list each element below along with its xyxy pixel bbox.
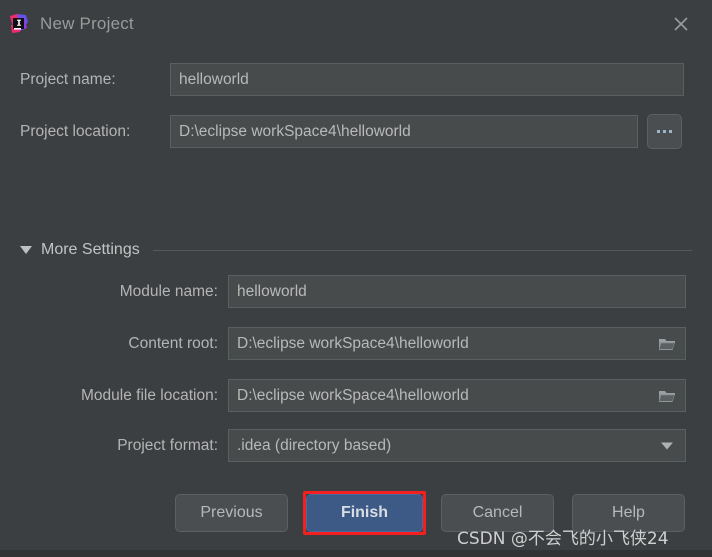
ellipsis-icon-dot-2 — [663, 130, 666, 133]
more-settings-label: More Settings — [41, 241, 140, 258]
folder-icon[interactable] — [658, 389, 676, 403]
project-format-row: Project format: .idea (directory based) — [20, 428, 692, 463]
module-name-row: Module name: helloworld — [20, 274, 692, 309]
content-root-value: D:\eclipse workSpace4\helloworld — [237, 334, 469, 352]
project-location-browse-button[interactable] — [647, 114, 682, 149]
dialog-bottom-strip — [0, 550, 712, 557]
project-name-value: helloworld — [179, 70, 249, 88]
more-settings-toggle[interactable]: More Settings — [20, 238, 692, 262]
intellij-idea-logo-icon — [8, 13, 30, 35]
project-format-label: Project format: — [117, 436, 218, 454]
finish-button-highlight — [303, 491, 426, 535]
content-root-input[interactable]: D:\eclipse workSpace4\helloworld — [228, 327, 686, 360]
project-location-label: Project location: — [20, 122, 131, 140]
previous-button[interactable]: Previous — [175, 494, 288, 532]
watermark-text: CSDN @不会飞的小飞侠24 — [457, 529, 669, 549]
project-location-row: Project location: D:\eclipse workSpace4\… — [20, 114, 692, 149]
project-format-value: .idea (directory based) — [237, 436, 392, 454]
ellipsis-icon-dot-3 — [669, 130, 672, 133]
folder-icon[interactable] — [658, 337, 676, 351]
title-bar: New Project — [0, 0, 712, 47]
section-divider — [152, 249, 692, 251]
project-format-select[interactable]: .idea (directory based) — [228, 429, 686, 462]
module-name-input[interactable]: helloworld — [228, 275, 686, 308]
module-file-location-row: Module file location: D:\eclipse workSpa… — [20, 378, 692, 413]
content-root-label: Content root: — [128, 334, 218, 352]
chevron-down-icon[interactable] — [661, 442, 673, 449]
chevron-down-icon — [20, 246, 32, 254]
content-root-row: Content root: D:\eclipse workSpace4\hell… — [20, 326, 692, 361]
module-file-location-input[interactable]: D:\eclipse workSpace4\helloworld — [228, 379, 686, 412]
project-location-value: D:\eclipse workSpace4\helloworld — [179, 122, 411, 140]
ellipsis-icon-dot-1 — [657, 130, 660, 133]
module-file-location-value: D:\eclipse workSpace4\helloworld — [237, 386, 469, 404]
window-title: New Project — [40, 13, 134, 33]
module-name-label: Module name: — [119, 282, 218, 300]
project-name-row: Project name: helloworld — [20, 62, 692, 97]
close-icon[interactable] — [668, 11, 694, 37]
module-name-value: helloworld — [237, 282, 307, 300]
project-name-input[interactable]: helloworld — [170, 63, 684, 96]
project-location-input[interactable]: D:\eclipse workSpace4\helloworld — [170, 115, 638, 148]
project-name-label: Project name: — [20, 70, 116, 88]
module-file-location-label: Module file location: — [81, 386, 218, 404]
new-project-dialog: New Project Project name: helloworld Pro… — [0, 0, 712, 557]
